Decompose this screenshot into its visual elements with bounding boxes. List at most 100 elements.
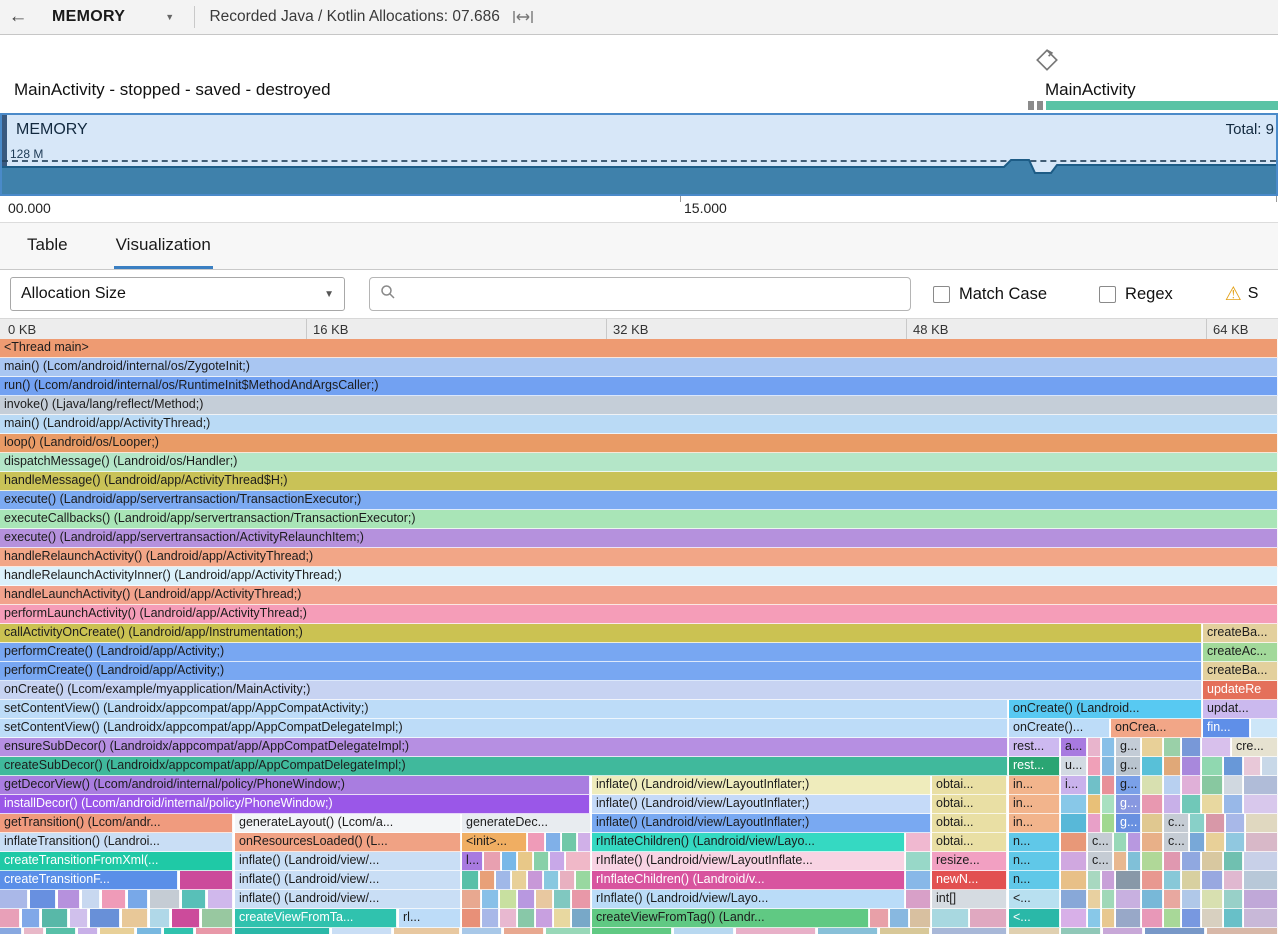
flame-segment[interactable]: main() (Lcom/android/internal/os/ZygoteI…	[0, 358, 1278, 377]
flame-segment[interactable]	[1244, 909, 1278, 928]
flame-segment[interactable]	[1116, 890, 1141, 909]
flame-segment[interactable]	[150, 909, 170, 928]
search-box[interactable]	[369, 277, 911, 311]
flame-segment[interactable]	[1182, 852, 1201, 871]
flame-segment[interactable]	[1190, 833, 1205, 852]
flame-segment[interactable]	[1202, 871, 1223, 890]
flame-segment[interactable]	[1142, 757, 1163, 776]
flame-segment[interactable]	[462, 890, 481, 909]
match-case-option[interactable]: Match Case	[933, 285, 1047, 304]
flame-segment[interactable]	[554, 909, 571, 928]
flame-segment[interactable]	[906, 890, 931, 909]
flame-segment[interactable]: inflate() (Landroid/view/LayoutInflater;…	[592, 795, 931, 814]
flame-segment[interactable]	[1202, 852, 1223, 871]
flame-segment[interactable]	[90, 909, 120, 928]
flame-segment[interactable]	[1102, 871, 1115, 890]
flame-segment[interactable]	[932, 909, 969, 928]
back-button[interactable]: ←	[0, 0, 36, 34]
flame-segment[interactable]	[550, 852, 565, 871]
flame-segment[interactable]	[1061, 814, 1087, 833]
flame-segment[interactable]: int[]	[932, 890, 1007, 909]
flame-segment[interactable]	[932, 928, 1007, 934]
flame-segment[interactable]	[1116, 871, 1141, 890]
regex-checkbox[interactable]	[1099, 286, 1116, 303]
flame-segment[interactable]	[1102, 738, 1115, 757]
flame-segment[interactable]	[906, 871, 931, 890]
flame-segment[interactable]	[1244, 871, 1278, 890]
flame-segment[interactable]	[1206, 814, 1225, 833]
flame-segment[interactable]	[518, 909, 535, 928]
flame-segment[interactable]	[1164, 738, 1181, 757]
flame-segment[interactable]	[504, 928, 544, 934]
flame-segment[interactable]	[870, 909, 889, 928]
flame-segment[interactable]: onCrea...	[1111, 719, 1202, 738]
flame-segment[interactable]	[1182, 909, 1201, 928]
flame-segment[interactable]	[1164, 795, 1181, 814]
flame-segment[interactable]	[1207, 928, 1278, 934]
flame-segment[interactable]: dispatchMessage() (Landroid/os/Handler;)	[0, 453, 1278, 472]
flame-segment[interactable]	[462, 909, 481, 928]
flame-segment[interactable]: onCreate() (Landroid...	[1009, 700, 1202, 719]
flame-segment[interactable]	[58, 890, 80, 909]
flame-segment[interactable]	[1102, 757, 1115, 776]
flame-segment[interactable]: createTransitionF...	[0, 871, 178, 890]
flame-segment[interactable]	[1164, 852, 1181, 871]
flame-segment[interactable]: inflateTransition() (Landroi...	[0, 833, 233, 852]
flame-segment[interactable]	[518, 852, 533, 871]
flame-segment[interactable]	[566, 852, 591, 871]
flame-segment[interactable]: inflate() (Landroid/view/LayoutInflater;…	[592, 814, 931, 833]
flame-segment[interactable]	[42, 909, 68, 928]
flame-segment[interactable]	[482, 909, 499, 928]
flame-segment[interactable]	[180, 871, 233, 890]
flame-segment[interactable]	[1116, 909, 1141, 928]
flame-segment[interactable]	[202, 909, 233, 928]
flame-segment[interactable]	[480, 871, 495, 890]
flame-segment[interactable]	[534, 852, 549, 871]
flame-segment[interactable]: u...	[1061, 757, 1087, 776]
flame-segment[interactable]	[674, 928, 734, 934]
flame-segment[interactable]	[1142, 738, 1163, 757]
flame-segment[interactable]: run() (Lcom/android/internal/os/RuntimeI…	[0, 377, 1278, 396]
flame-segment[interactable]	[30, 890, 56, 909]
flame-segment[interactable]	[70, 909, 88, 928]
flame-segment[interactable]	[484, 852, 501, 871]
flame-segment[interactable]	[1061, 795, 1087, 814]
flame-segment[interactable]: fin...	[1203, 719, 1250, 738]
flame-segment[interactable]: createTransitionFromXml(...	[0, 852, 233, 871]
flame-segment[interactable]: installDecor() (Lcom/android/internal/po…	[0, 795, 590, 814]
flame-segment[interactable]: generateLayout() (Lcom/a...	[235, 814, 461, 833]
flame-segment[interactable]	[500, 890, 517, 909]
flame-segment[interactable]: onCreate() (Lcom/example/myapplication/M…	[0, 681, 1202, 700]
flame-segment[interactable]: rInflate() (Landroid/view/LayoutInflate.…	[592, 852, 905, 871]
flame-segment[interactable]	[1246, 833, 1278, 852]
flame-segment[interactable]: createViewFromTag() (Landr...	[592, 909, 869, 928]
flame-segment[interactable]	[1202, 776, 1223, 795]
flame-segment[interactable]: inflate() (Landroid/view/...	[235, 871, 461, 890]
flame-segment[interactable]	[818, 928, 878, 934]
flame-segment[interactable]	[1142, 871, 1163, 890]
flame-segment[interactable]	[1061, 909, 1087, 928]
flame-segment[interactable]	[1142, 890, 1163, 909]
flame-segment[interactable]: rest...	[1009, 757, 1060, 776]
flame-segment[interactable]	[1244, 795, 1278, 814]
flame-segment[interactable]: onCreate()...	[1009, 719, 1110, 738]
flame-segment[interactable]	[150, 890, 180, 909]
flame-segment[interactable]	[1182, 776, 1201, 795]
flame-segment[interactable]: g...	[1116, 738, 1141, 757]
flame-segment[interactable]	[572, 890, 591, 909]
flame-segment[interactable]	[906, 833, 931, 852]
flame-segment[interactable]	[1142, 795, 1163, 814]
flame-segment[interactable]	[1102, 814, 1115, 833]
flame-segment[interactable]: createViewFromTa...	[235, 909, 397, 928]
flame-segment[interactable]	[1224, 871, 1243, 890]
profiler-selector[interactable]: MEMORY ▼	[52, 8, 174, 26]
flame-segment[interactable]: obtai...	[932, 833, 1007, 852]
flame-segment[interactable]	[1164, 757, 1181, 776]
flame-segment[interactable]: performCreate() (Landroid/app/Activity;)	[0, 643, 1202, 662]
flame-segment[interactable]	[578, 833, 591, 852]
flame-segment[interactable]: setContentView() (Landroidx/appcompat/ap…	[0, 719, 1008, 738]
flame-segment[interactable]: createAc...	[1203, 643, 1278, 662]
flame-segment[interactable]: onResourcesLoaded() (L...	[235, 833, 461, 852]
flame-segment[interactable]	[1262, 757, 1278, 776]
flame-segment[interactable]	[544, 871, 559, 890]
